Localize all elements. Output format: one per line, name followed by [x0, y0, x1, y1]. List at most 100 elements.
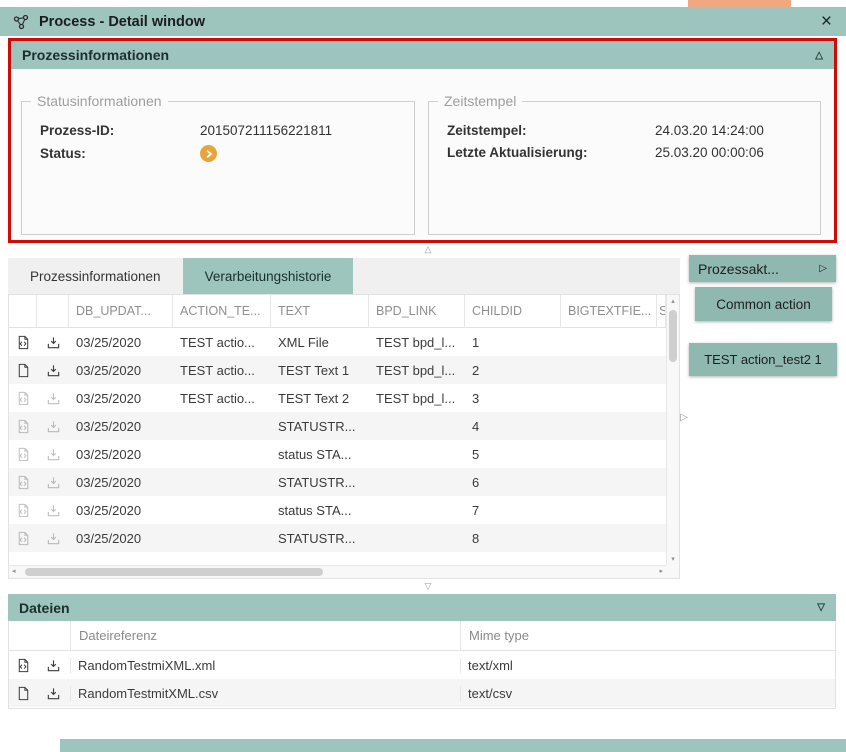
cell-action-text: TEST actio... [173, 391, 271, 406]
prozessaktionen-flyout-button[interactable]: Prozessakt... ▷ [689, 255, 836, 282]
cell-text: XML File [271, 335, 369, 350]
background-tab-peek[interactable] [688, 0, 791, 7]
col-bigtextfield[interactable]: BIGTEXTFIE... [561, 295, 657, 327]
file-type-icon-cell[interactable] [9, 335, 37, 350]
download-icon-cell[interactable] [37, 447, 69, 462]
process-info-panel-header[interactable]: Prozessinformationen △ [11, 41, 834, 69]
splitter-collapse-top[interactable]: △ [419, 244, 437, 255]
code-file-icon [16, 503, 31, 518]
download-icon-cell[interactable] [37, 658, 71, 673]
cell-mime-type: text/csv [461, 686, 835, 701]
prozess-id-label: Prozess-ID: [40, 123, 200, 138]
file-type-icon-cell[interactable] [9, 363, 37, 378]
status-info-group: Statusinformationen Prozess-ID: 20150721… [21, 93, 415, 235]
common-action-button[interactable]: Common action [695, 287, 832, 321]
col-filetype-icon [9, 295, 37, 327]
table-row[interactable]: 03/25/2020 TEST actio... TEST Text 1 TES… [9, 356, 666, 384]
file-row[interactable]: RandomTestmiXML.xml text/xml [9, 651, 835, 679]
cell-file-name: RandomTestmitXML.csv [71, 686, 461, 701]
download-icon [46, 335, 61, 350]
files-table: Dateireferenz Mime type [8, 621, 836, 709]
scroll-right-icon[interactable]: ▸ [659, 566, 663, 578]
code-file-icon [16, 391, 31, 406]
file-row[interactable]: RandomTestmitXML.csv text/csv [9, 679, 835, 707]
download-icon-cell[interactable] [37, 531, 69, 546]
vertical-scrollbar-thumb[interactable] [669, 310, 677, 362]
vertical-scrollbar[interactable]: ▴ ▾ [666, 295, 679, 565]
tab-verarbeitungshistorie[interactable]: Verarbeitungshistorie [183, 258, 354, 294]
table-row[interactable]: 03/25/2020 status STA... 7 [9, 496, 666, 524]
file-type-icon-cell[interactable] [9, 503, 37, 518]
col-db-updated[interactable]: DB_UPDAT... [69, 295, 173, 327]
download-icon [46, 503, 61, 518]
test-action-button[interactable]: TEST action_test2 1 [689, 343, 837, 376]
status-running-icon [200, 145, 217, 162]
col-mime-type[interactable]: Mime type [461, 621, 835, 650]
table-row[interactable]: 03/25/2020 STATUSTR... 4 [9, 412, 666, 440]
download-icon [46, 475, 61, 490]
cell-file-name: RandomTestmiXML.xml [71, 658, 461, 673]
cell-db-updated: 03/25/2020 [69, 391, 173, 406]
download-icon-cell[interactable] [37, 475, 69, 490]
download-icon-cell[interactable] [37, 391, 69, 406]
file-type-icon-cell[interactable] [9, 658, 37, 673]
download-icon [46, 531, 61, 546]
table-row[interactable]: 03/25/2020 STATUSTR... 6 [9, 468, 666, 496]
file-type-icon-cell[interactable] [9, 686, 37, 701]
cell-action-text: TEST actio... [173, 335, 271, 350]
code-file-icon [16, 658, 31, 673]
files-panel-header[interactable]: Dateien ▽ [8, 594, 836, 621]
col-action-text[interactable]: ACTION_TE... [173, 295, 271, 327]
process-icon [12, 13, 30, 31]
cell-db-updated: 03/25/2020 [69, 335, 173, 350]
file-type-icon-cell[interactable] [9, 391, 37, 406]
cell-childid: 6 [465, 475, 561, 490]
horizontal-scrollbar[interactable]: ◂ ▸ [9, 565, 666, 578]
cell-text: status STA... [271, 503, 369, 518]
col-dateireferenz[interactable]: Dateireferenz [71, 621, 461, 650]
cell-db-updated: 03/25/2020 [69, 363, 173, 378]
table-expander[interactable]: ▷ [679, 402, 689, 432]
scroll-down-icon[interactable]: ▾ [667, 555, 679, 563]
col-bpd-link[interactable]: BPD_LINK [369, 295, 465, 327]
scroll-left-icon[interactable]: ◂ [12, 566, 16, 578]
files-table-body: RandomTestmiXML.xml text/xml [9, 651, 835, 707]
timestamp-group: Zeitstempel Zeitstempel: 24.03.20 14:24:… [428, 93, 821, 235]
download-icon [46, 447, 61, 462]
download-icon-cell[interactable] [37, 686, 71, 701]
cell-text: STATUSTR... [271, 531, 369, 546]
tab-prozessinformationen[interactable]: Prozessinformationen [8, 258, 183, 294]
col-text[interactable]: TEXT [271, 295, 369, 327]
download-icon-cell[interactable] [37, 363, 69, 378]
file-type-icon-cell[interactable] [9, 475, 37, 490]
table-row[interactable]: 03/25/2020 STATUSTR... 8 [9, 524, 666, 552]
table-row[interactable]: 03/25/2020 status STA... 5 [9, 440, 666, 468]
download-icon-cell[interactable] [37, 335, 69, 350]
collapse-down-icon[interactable]: ▽ [817, 602, 825, 613]
history-table-body: 03/25/2020 TEST actio... XML File TEST b… [9, 328, 666, 552]
group-legend: Statusinformationen [31, 93, 168, 109]
aktualisierung-value: 25.03.20 00:00:06 [655, 145, 764, 160]
aktualisierung-label: Letzte Aktualisierung: [447, 145, 655, 160]
file-type-icon-cell[interactable] [9, 531, 37, 546]
horizontal-scrollbar-thumb[interactable] [25, 568, 323, 576]
close-button[interactable]: × [819, 12, 834, 31]
file-type-icon-cell[interactable] [9, 447, 37, 462]
collapse-up-icon[interactable]: △ [815, 50, 823, 61]
cell-childid: 7 [465, 503, 561, 518]
splitter-collapse-bottom[interactable]: ▽ [419, 581, 437, 592]
file-type-icon-cell[interactable] [9, 419, 37, 434]
download-icon-cell[interactable] [37, 503, 69, 518]
col-childid[interactable]: CHILDID [465, 295, 561, 327]
scroll-up-icon[interactable]: ▴ [667, 297, 679, 305]
document-icon [16, 686, 31, 701]
col-s[interactable]: S [657, 295, 666, 327]
table-row[interactable]: 03/25/2020 TEST actio... XML File TEST b… [9, 328, 666, 356]
status-row: Status: [40, 145, 414, 162]
zeitstempel-row: Zeitstempel: 24.03.20 14:24:00 [447, 123, 820, 138]
panel-title: Dateien [19, 600, 70, 616]
code-file-icon [16, 531, 31, 546]
download-icon-cell[interactable] [37, 419, 69, 434]
table-row[interactable]: 03/25/2020 TEST actio... TEST Text 2 TES… [9, 384, 666, 412]
col-filetype-icon [9, 621, 37, 650]
